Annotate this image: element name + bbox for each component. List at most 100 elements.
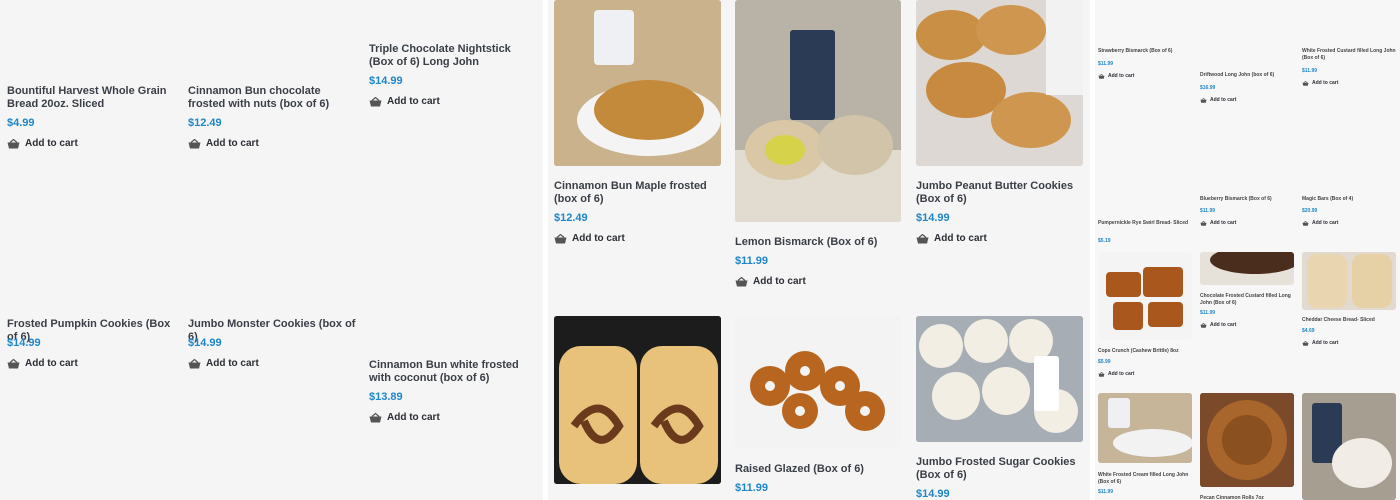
product-card: Cops Crunch (Cashew Brittle) 8oz $5.99 Add…: [1098, 252, 1192, 379]
product-photo[interactable]: [1098, 252, 1192, 340]
product-card: Cinnamon Bun white frosted with coconut …: [369, 340, 534, 430]
add-to-cart-button[interactable]: Add to cart: [7, 358, 78, 369]
product-price: $12.49: [188, 117, 222, 129]
product-price: $11.99: [735, 482, 769, 494]
product-card: [1302, 393, 1396, 500]
add-to-cart-label: Add to cart: [1312, 220, 1339, 226]
product-title[interactable]: Bountiful Harvest Whole Grain Bread 20oz…: [7, 85, 177, 111]
product-price: $4.99: [7, 117, 35, 129]
product-price: $14.99: [916, 212, 950, 224]
sugar-cookies-photo[interactable]: [916, 316, 1083, 442]
product-title[interactable]: Cinnamon Bun white frosted with coconut …: [369, 359, 534, 385]
add-to-cart-button[interactable]: Add to cart: [188, 138, 259, 149]
add-to-cart-label: Add to cart: [206, 358, 259, 369]
maple-bun-photo[interactable]: [554, 0, 721, 166]
product-photo[interactable]: [1302, 393, 1396, 500]
product-card: Driftwood Long John (box of 6) $16.99 Add …: [1200, 72, 1294, 112]
add-to-cart-button[interactable]: Add to cart: [554, 233, 625, 244]
product-price: $11.99: [735, 255, 769, 267]
product-card: Raised Glazed (Box of 6) $11.99: [735, 316, 901, 500]
product-card: Jumbo Peanut Butter Cookies (Box of 6) $1…: [916, 0, 1083, 250]
add-to-cart-button[interactable]: Add to cart: [1302, 80, 1338, 86]
product-photo[interactable]: [1302, 252, 1396, 310]
product-card: Pumpernickle Rye Swirl Bread- Sliced $5.1…: [1098, 220, 1192, 248]
basket-icon: [1200, 322, 1207, 328]
product-title[interactable]: Jumbo Peanut Butter Cookies (Box of 6): [916, 180, 1083, 206]
add-to-cart-button[interactable]: Add to cart: [7, 138, 78, 149]
add-to-cart-button[interactable]: Add to cart: [1200, 220, 1236, 226]
product-price: $13.89: [369, 391, 403, 403]
basket-icon: [735, 276, 748, 287]
product-title[interactable]: Chocolate Frosted Custard filled Long Jo…: [1200, 293, 1294, 306]
product-price: $12.49: [554, 212, 588, 224]
product-title[interactable]: Cinnamon Bun chocolate frosted with nuts…: [188, 85, 358, 111]
product-price: $4.69: [1302, 328, 1315, 334]
add-to-cart-button[interactable]: Add to cart: [1200, 97, 1236, 103]
add-to-cart-button[interactable]: Add to cart: [369, 412, 440, 423]
add-to-cart-label: Add to cart: [25, 138, 78, 149]
product-price: $5.99: [1098, 359, 1111, 365]
add-to-cart-label: Add to cart: [1108, 371, 1135, 377]
product-card: Cinnamon Bun Maple frosted (box of 6) $12…: [554, 0, 721, 250]
product-card: Blueberry Bismarck (Box of 6) $11.99 Add t…: [1200, 196, 1294, 226]
product-title[interactable]: Strawberry Bismarck (Box of 6): [1098, 48, 1192, 55]
basket-icon: [554, 233, 567, 244]
lemon-bismarck-photo[interactable]: [735, 0, 901, 222]
basket-icon: [1098, 371, 1105, 377]
product-card: Jumbo Frosted Sugar Cookies (Box of 6) $1…: [916, 316, 1083, 500]
add-to-cart-button[interactable]: Add to cart: [1302, 340, 1338, 346]
basket-icon: [916, 233, 929, 244]
basket-icon: [7, 138, 20, 149]
product-title[interactable]: Triple Chocolate Nightstick (Box of 6) L…: [369, 43, 534, 69]
basket-icon: [1302, 220, 1309, 226]
add-to-cart-button[interactable]: Add to cart: [1098, 371, 1134, 377]
add-to-cart-label: Add to cart: [934, 233, 987, 244]
add-to-cart-button[interactable]: Add to cart: [916, 233, 987, 244]
add-to-cart-button[interactable]: Add to cart: [1098, 73, 1134, 79]
product-title[interactable]: Pecan Cinnamon Rolls 7oz: [1200, 495, 1294, 500]
product-title[interactable]: Lemon Bismarck (Box of 6): [735, 236, 901, 249]
add-to-cart-label: Add to cart: [206, 138, 259, 149]
add-to-cart-button[interactable]: Add to cart: [735, 276, 806, 287]
product-price: $5.19: [1098, 238, 1111, 244]
product-price: $11.99: [1302, 68, 1318, 74]
product-title[interactable]: Cinnamon Bun Maple frosted (box of 6): [554, 180, 721, 206]
add-to-cart-label: Add to cart: [387, 412, 440, 423]
product-grid-panel-2: Cinnamon Bun Maple frosted (box of 6) $12…: [548, 0, 1090, 500]
product-photo[interactable]: [1098, 393, 1192, 463]
add-to-cart-label: Add to cart: [1210, 97, 1237, 103]
product-price: $14.99: [188, 337, 222, 349]
product-title[interactable]: Cheddar Cheese Bread- Sliced: [1302, 317, 1396, 324]
product-grid-panel-1: Bountiful Harvest Whole Grain Bread 20oz…: [0, 0, 543, 500]
add-to-cart-label: Add to cart: [1108, 73, 1135, 79]
basket-icon: [1302, 340, 1309, 346]
product-card: Strawberry Bismarck (Box of 6) $11.99 Add …: [1098, 48, 1192, 88]
peanut-butter-cookies-photo[interactable]: [916, 0, 1083, 166]
raised-glazed-donuts-photo[interactable]: [735, 316, 901, 448]
product-card: White Frosted Cream filled Long John (Bo…: [1098, 393, 1192, 500]
add-to-cart-button[interactable]: Add to cart: [369, 96, 440, 107]
product-title[interactable]: White Frosted Cream filled Long John (Bo…: [1098, 472, 1192, 485]
product-price: $14.99: [916, 488, 950, 500]
product-photo[interactable]: [1200, 393, 1294, 487]
product-photo[interactable]: [1200, 252, 1294, 285]
product-card: Bountiful Harvest Whole Grain Bread 20oz…: [7, 0, 177, 160]
cinnamon-swirl-bread-photo[interactable]: [554, 316, 721, 484]
product-title[interactable]: Driftwood Long John (box of 6): [1200, 72, 1294, 79]
product-title[interactable]: Jumbo Frosted Sugar Cookies (Box of 6): [916, 456, 1083, 482]
add-to-cart-button[interactable]: Add to cart: [1302, 220, 1338, 226]
product-title[interactable]: Pumpernickle Rye Swirl Bread- Sliced: [1098, 220, 1192, 227]
product-card: Cheddar Cheese Bread- Sliced $4.69 Add to …: [1302, 252, 1396, 348]
product-price: $11.99: [1200, 310, 1216, 316]
add-to-cart-label: Add to cart: [753, 276, 806, 287]
product-title[interactable]: Cops Crunch (Cashew Brittle) 8oz: [1098, 348, 1192, 355]
add-to-cart-label: Add to cart: [572, 233, 625, 244]
product-title[interactable]: Blueberry Bismarck (Box of 6): [1200, 196, 1294, 203]
product-price: $20.99: [1302, 208, 1318, 214]
product-title[interactable]: White Frosted Custard filled Long John (…: [1302, 48, 1396, 61]
add-to-cart-label: Add to cart: [1312, 80, 1339, 86]
add-to-cart-button[interactable]: Add to cart: [1200, 322, 1236, 328]
add-to-cart-button[interactable]: Add to cart: [188, 358, 259, 369]
product-title[interactable]: Raised Glazed (Box of 6): [735, 463, 901, 476]
product-title[interactable]: Magic Bars (Box of 4): [1302, 196, 1396, 203]
